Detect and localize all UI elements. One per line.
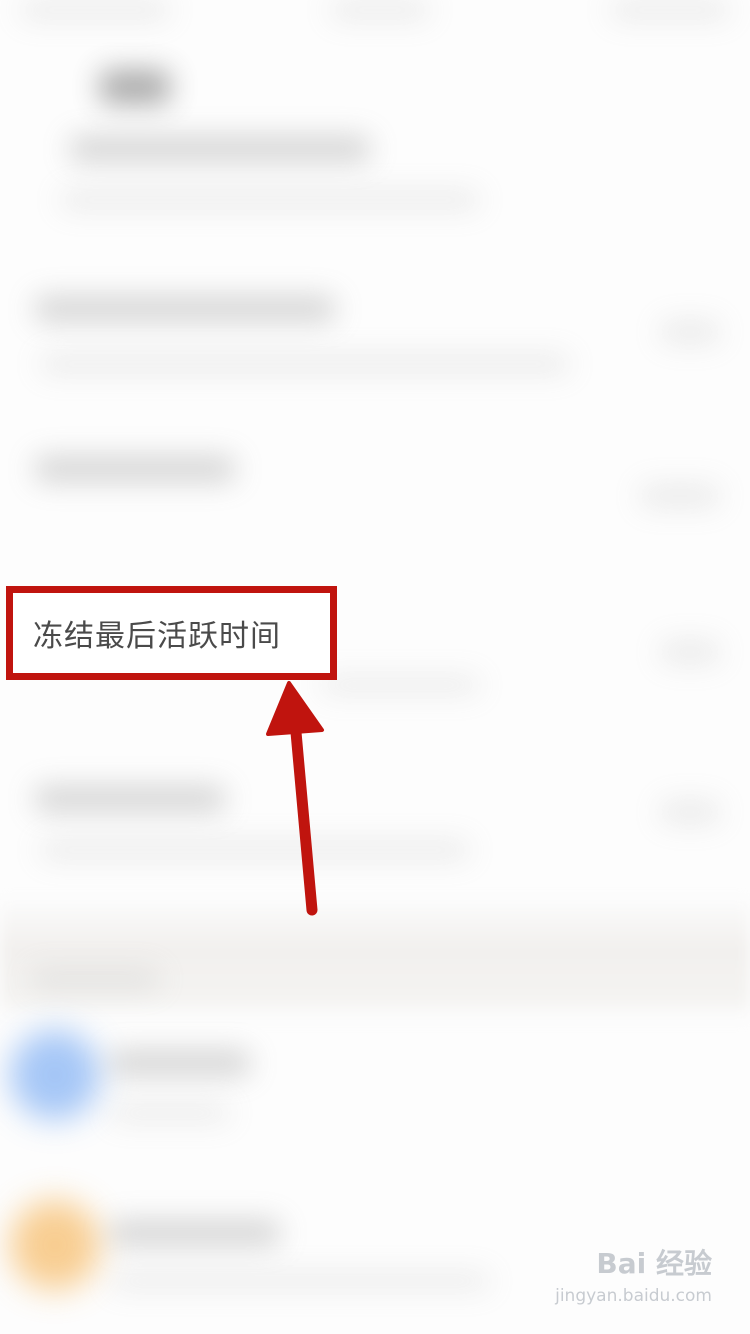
highlighted-setting-callout[interactable]: 冻结最后活跃时间 (6, 586, 337, 680)
baidu-jingyan-watermark: Bai 经验 jingyan.baidu.com (555, 1242, 712, 1316)
watermark-url: jingyan.baidu.com (555, 1286, 712, 1306)
freeze-last-active-time-label: 冻结最后活跃时间 (33, 619, 281, 654)
avatar (10, 1030, 100, 1120)
avatar (10, 1200, 100, 1290)
watermark-logo: Bai 经验 (596, 1247, 712, 1280)
